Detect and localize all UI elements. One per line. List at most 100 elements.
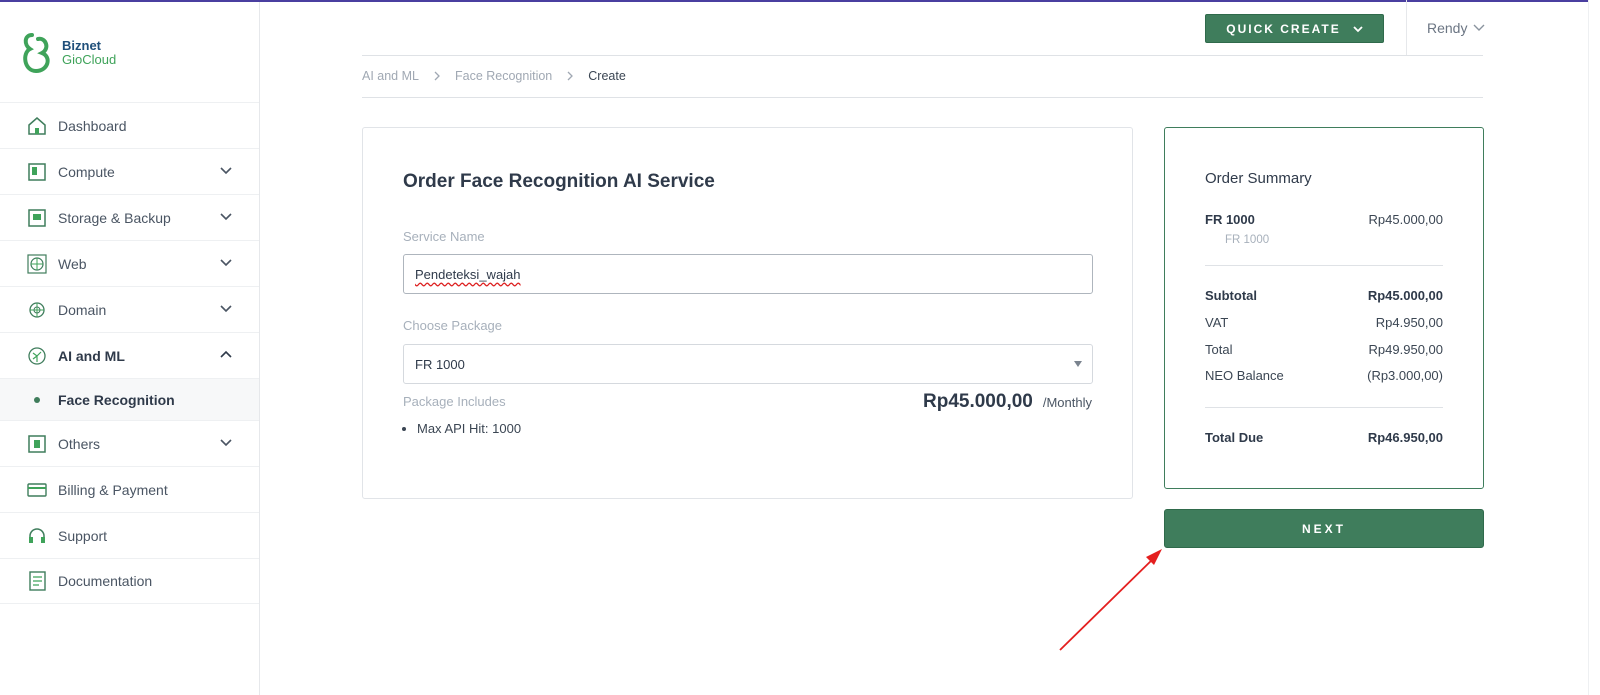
price-amount: Rp45.000,00 xyxy=(923,391,1033,412)
package-select-value: FR 1000 xyxy=(415,356,465,372)
breadcrumb-divider xyxy=(362,97,1483,98)
next-button[interactable]: NEXT xyxy=(1164,509,1484,548)
user-name: Rendy xyxy=(1427,19,1468,36)
summary-divider xyxy=(1205,265,1443,266)
house-icon xyxy=(26,115,48,137)
sidebar-item-label: Web xyxy=(58,255,87,272)
package-select[interactable]: FR 1000 xyxy=(403,344,1093,384)
chevron-right-icon xyxy=(567,71,574,81)
total-due-row: Total Due Rp46.950,00 xyxy=(1205,430,1443,445)
dropdown-arrow-icon xyxy=(1074,361,1082,367)
total-due-value: Rp46.950,00 xyxy=(1367,430,1443,445)
list-item: Max API Hit: 1000 xyxy=(417,421,521,436)
logo[interactable]: Biznet GioCloud xyxy=(22,30,116,76)
choose-package-label: Choose Package xyxy=(403,318,503,333)
neo-balance-value: (Rp3.000,00) xyxy=(1367,368,1443,383)
sidebar-item-storage[interactable]: Storage & Backup xyxy=(0,194,259,240)
logo-line2: GioCloud xyxy=(62,52,117,67)
breadcrumb: AI and ML Face Recognition Create xyxy=(362,69,626,83)
service-name-input[interactable]: Pendeteksi_wajah xyxy=(403,254,1093,294)
neo-balance-row: NEO Balance (Rp3.000,00) xyxy=(1205,368,1443,383)
page-scrollbar[interactable] xyxy=(1588,0,1600,695)
others-icon xyxy=(26,433,48,455)
sidebar-item-web[interactable]: Web xyxy=(0,240,259,286)
chevron-down-icon xyxy=(220,439,232,447)
compute-icon xyxy=(26,161,48,183)
card-icon xyxy=(26,479,48,501)
breadcrumb-ai-and-ml[interactable]: AI and ML xyxy=(362,69,419,83)
package-includes-list: Max API Hit: 1000 xyxy=(417,421,521,436)
domain-icon xyxy=(26,299,48,321)
neo-balance-label: NEO Balance xyxy=(1205,368,1284,383)
sidebar: Biznet GioCloud Dashboard Compute Storag… xyxy=(0,2,260,695)
quick-create-label: QUICK CREATE xyxy=(1226,21,1341,36)
sidebar-subitem-face-recognition[interactable]: Face Recognition xyxy=(0,378,259,420)
header-divider xyxy=(362,55,1483,56)
user-menu[interactable]: Rendy xyxy=(1406,0,1485,55)
price-period: /Monthly xyxy=(1042,395,1092,410)
sidebar-item-ai-and-ml[interactable]: AI and ML xyxy=(0,332,259,378)
sidebar-item-documentation[interactable]: Documentation xyxy=(0,558,259,604)
summary-item-row: FR 1000 Rp45.000,00 xyxy=(1205,212,1443,227)
total-row: Total Rp49.950,00 xyxy=(1205,342,1443,357)
subtotal-label: Subtotal xyxy=(1205,288,1257,303)
chevron-up-icon xyxy=(220,350,232,358)
sidebar-item-label: Dashboard xyxy=(58,117,127,134)
chevron-down-icon xyxy=(1473,24,1485,31)
sidebar-item-label: Storage & Backup xyxy=(58,209,171,226)
subtotal-value: Rp45.000,00 xyxy=(1367,288,1443,303)
chevron-down-icon xyxy=(220,305,232,313)
next-button-label: NEXT xyxy=(1301,521,1346,536)
globe-icon xyxy=(26,253,48,275)
annotation-arrow-icon xyxy=(1059,549,1162,651)
chevron-down-icon xyxy=(1353,25,1363,32)
chevron-down-icon xyxy=(220,259,232,267)
vat-value: Rp4.950,00 xyxy=(1375,315,1443,330)
sidebar-item-label: Others xyxy=(58,435,101,452)
total-value: Rp49.950,00 xyxy=(1368,342,1443,357)
quick-create-button[interactable]: QUICK CREATE xyxy=(1205,14,1384,43)
sidebar-item-billing[interactable]: Billing & Payment xyxy=(0,466,259,512)
summary-item-desc: FR 1000 xyxy=(1225,234,1270,246)
headset-icon xyxy=(26,525,48,547)
sidebar-item-label: Domain xyxy=(58,301,107,318)
storage-icon xyxy=(26,207,48,229)
summary-divider xyxy=(1205,407,1443,408)
order-summary-title: Order Summary xyxy=(1205,170,1312,187)
summary-item-name: FR 1000 xyxy=(1205,212,1255,227)
total-due-label: Total Due xyxy=(1205,430,1264,445)
logo-line1: Biznet xyxy=(62,38,101,53)
package-price: Rp45.000,00 /Monthly xyxy=(923,391,1092,413)
breadcrumb-create: Create xyxy=(588,69,626,83)
summary-item-price: Rp45.000,00 xyxy=(1368,212,1443,227)
sidebar-subitem-label: Face Recognition xyxy=(58,391,175,408)
chevron-down-icon xyxy=(220,167,232,175)
sidebar-item-domain[interactable]: Domain xyxy=(0,286,259,332)
sidebar-item-label: Documentation xyxy=(58,573,153,589)
order-summary-card: Order Summary FR 1000 Rp45.000,00 FR 100… xyxy=(1164,127,1484,489)
sidebar-item-label: AI and ML xyxy=(58,347,125,364)
sidebar-item-label: Support xyxy=(58,527,108,544)
service-name-value: Pendeteksi_wajah xyxy=(415,266,521,282)
vat-row: VAT Rp4.950,00 xyxy=(1205,315,1443,330)
package-includes-label: Package Includes xyxy=(403,394,506,409)
sidebar-item-support[interactable]: Support xyxy=(0,512,259,558)
breadcrumb-face-recognition[interactable]: Face Recognition xyxy=(455,69,552,83)
chevron-right-icon xyxy=(434,71,440,81)
vat-label: VAT xyxy=(1205,315,1229,330)
chevron-down-icon xyxy=(220,213,232,221)
bullet-dot-icon xyxy=(34,396,40,403)
total-label: Total xyxy=(1205,342,1233,357)
page-title: Order Face Recognition AI Service xyxy=(403,171,715,192)
biznet-logo-icon xyxy=(23,33,50,74)
document-icon xyxy=(26,570,48,592)
sidebar-item-label: Compute xyxy=(58,163,115,180)
service-name-label: Service Name xyxy=(403,229,485,244)
sidebar-item-others[interactable]: Others xyxy=(0,420,259,466)
sidebar-nav: Dashboard Compute Storage & Backup Web D… xyxy=(0,102,259,604)
order-form-card: Order Face Recognition AI Service Servic… xyxy=(362,127,1133,499)
sidebar-item-compute[interactable]: Compute xyxy=(0,148,259,194)
sidebar-item-label: Billing & Payment xyxy=(58,481,168,498)
brain-icon xyxy=(26,345,48,367)
sidebar-item-dashboard[interactable]: Dashboard xyxy=(0,102,259,148)
